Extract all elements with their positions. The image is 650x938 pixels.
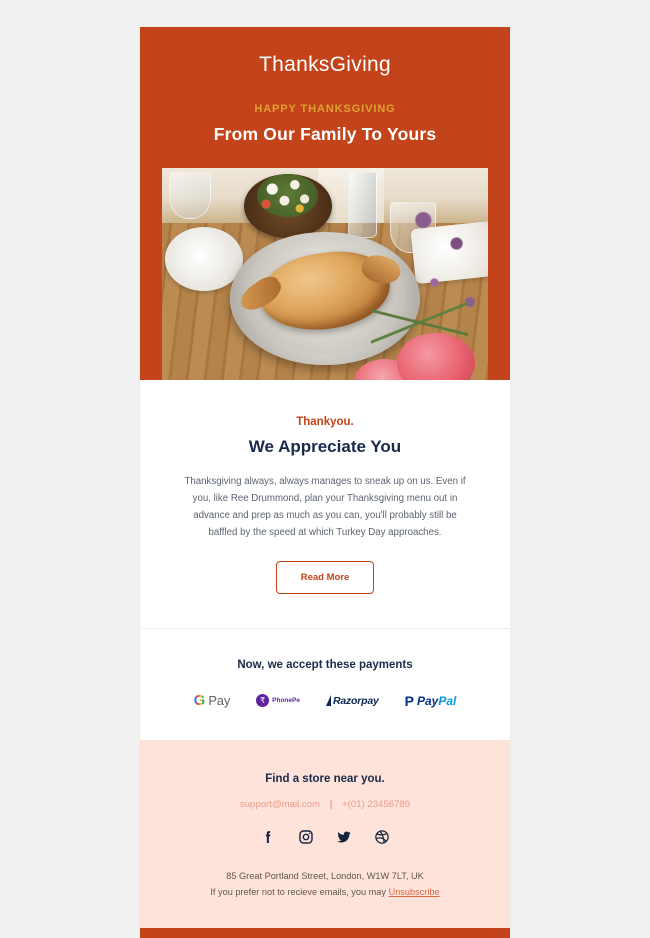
page-background: ThanksGiving HAPPY THANKSGIVING From Our… <box>0 0 650 938</box>
dribbble-icon[interactable] <box>374 829 390 845</box>
payment-logos-row: G Pay PhonePe Razorpay P Pay Pal <box>160 693 490 708</box>
instagram-icon[interactable] <box>298 829 314 845</box>
paypal-label-pal: Pal <box>438 693 457 708</box>
hero-section: ThanksGiving HAPPY THANKSGIVING From Our… <box>140 27 510 380</box>
thanksgiving-table-photo <box>162 168 488 380</box>
google-pay-label: Pay <box>208 693 231 708</box>
copyright-bar: Copyright © 2021.Company name All rights… <box>140 928 510 938</box>
support-email-link[interactable]: support@mail.com <box>240 799 320 810</box>
appreciation-heading: We Appreciate You <box>248 437 402 456</box>
social-links-row <box>164 829 486 868</box>
unsubscribe-line: If you prefer not to recieve emails, you… <box>164 884 486 900</box>
phonepe-badge-icon <box>256 694 270 707</box>
google-g-icon: G <box>193 692 206 709</box>
email-template-card: ThanksGiving HAPPY THANKSGIVING From Our… <box>140 27 510 938</box>
unsubscribe-link[interactable]: Unsubscribe <box>389 887 440 897</box>
appreciation-body-text: Thanksgiving always, always manages to s… <box>184 476 466 538</box>
paypal-logo[interactable]: P Pay Pal <box>405 694 457 708</box>
appreciation-section: Thankyou. We Appreciate You Thanksgiving… <box>140 380 510 629</box>
phonepe-logo[interactable]: PhonePe <box>256 694 300 707</box>
street-address: 85 Great Portland Street, London, W1W 7L… <box>226 871 424 881</box>
payments-title: Now, we accept these payments <box>237 659 413 671</box>
hero-eyebrow: HAPPY THANKSGIVING <box>254 103 396 115</box>
brand-title: ThanksGiving <box>259 53 391 76</box>
footer-section: Find a store near you. support@mail.com … <box>140 740 510 928</box>
unsubscribe-prefix: If you prefer not to recieve emails, you… <box>210 887 389 897</box>
paypal-label-pay: Pay <box>416 693 439 708</box>
hero-image-wrap <box>140 168 510 380</box>
phonepe-label: PhonePe <box>272 697 300 704</box>
contact-line: support@mail.com | +(01) 23456789 <box>164 799 486 829</box>
thankyou-kicker: Thankyou. <box>296 416 354 428</box>
paypal-p-icon: P <box>404 692 414 709</box>
razorpay-mark-icon <box>325 695 331 706</box>
razorpay-logo[interactable]: Razorpay <box>325 694 379 707</box>
footer-address-block: 85 Great Portland Street, London, W1W 7L… <box>164 868 486 900</box>
contact-separator: | <box>329 799 333 810</box>
payments-section: Now, we accept these payments G Pay Phon… <box>140 629 510 740</box>
read-more-button[interactable]: Read More <box>275 561 375 594</box>
hero-heading: From Our Family To Yours <box>213 124 437 144</box>
phone-link[interactable]: +(01) 23456789 <box>342 799 410 810</box>
facebook-icon[interactable] <box>260 829 276 845</box>
find-store-title: Find a store near you. <box>265 773 385 785</box>
twitter-icon[interactable] <box>336 829 352 845</box>
razorpay-label: Razorpay <box>332 694 379 707</box>
google-pay-logo[interactable]: G Pay <box>193 692 231 709</box>
